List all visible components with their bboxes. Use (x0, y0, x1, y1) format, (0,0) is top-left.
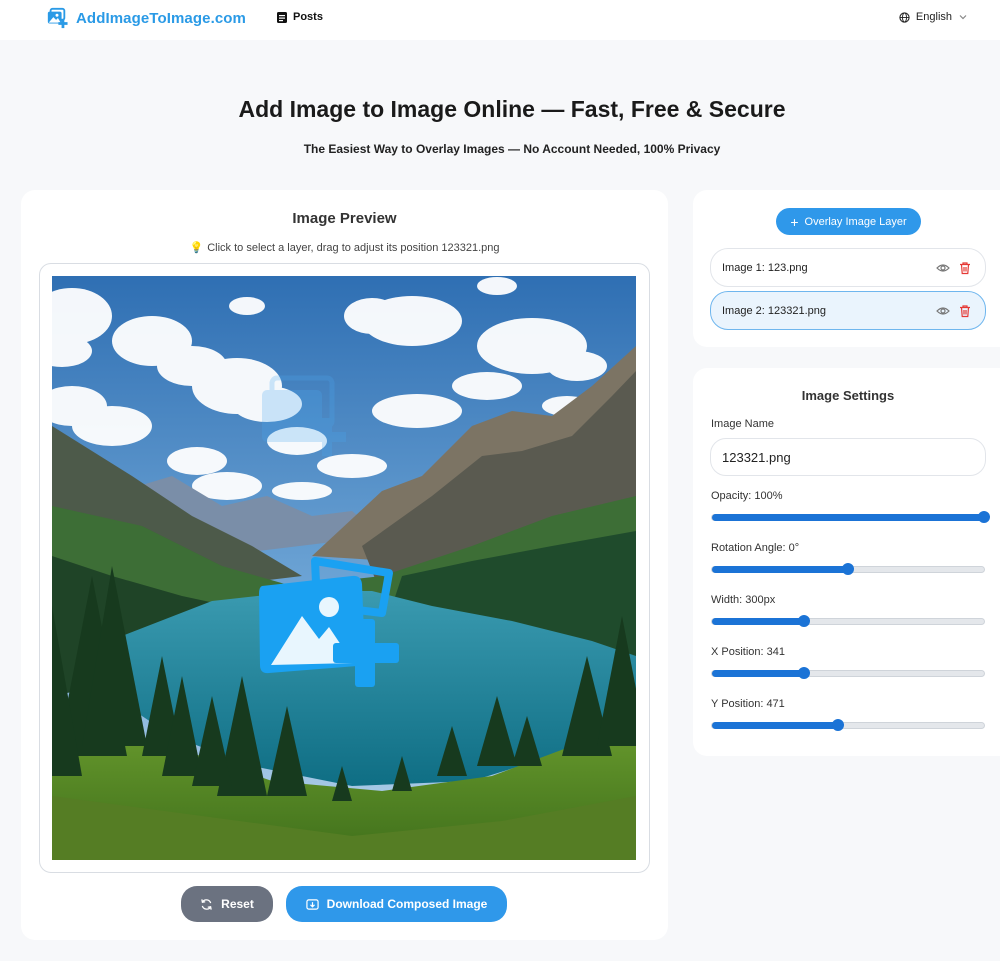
document-icon (277, 11, 287, 23)
layer-item-label: Image 2: 123321.png (722, 304, 826, 317)
slider-fill (712, 670, 804, 677)
composition-canvas[interactable] (52, 276, 636, 860)
trash-icon[interactable] (958, 304, 972, 318)
x-position-slider[interactable] (711, 667, 985, 679)
language-selector[interactable]: English (899, 11, 968, 23)
plus-icon: + (790, 213, 799, 230)
image-preview-panel: Image Preview 💡 Click to select a layer, … (21, 190, 668, 940)
canvas-frame (39, 263, 650, 873)
slider-fill (712, 566, 848, 573)
top-navbar: AddImageToImage.com Posts English (0, 0, 1000, 40)
language-label: English (915, 11, 952, 23)
add-image-logo-icon (47, 7, 68, 29)
nav-posts-link[interactable]: Posts (277, 11, 323, 23)
x-position-label: X Position: 341 (711, 646, 785, 658)
trash-icon[interactable] (958, 261, 972, 275)
eye-icon[interactable] (936, 304, 950, 318)
chevron-down-icon (959, 15, 967, 20)
reset-label: Reset (221, 897, 254, 911)
layers-panel: + Overlay Image Layer Image 1: 123.png I… (693, 190, 1000, 347)
y-position-label: Y Position: 471 (711, 698, 785, 710)
slider-fill (712, 618, 804, 625)
globe-icon (899, 11, 910, 23)
download-icon (305, 898, 319, 910)
slider-thumb[interactable] (978, 511, 990, 523)
add-overlay-layer-label: Overlay Image Layer (804, 215, 907, 228)
width-slider[interactable] (711, 615, 985, 627)
image-name-input[interactable] (710, 438, 986, 476)
preview-hint: 💡 Click to select a layer, drag to adjust… (21, 241, 668, 254)
slider-thumb[interactable] (842, 563, 854, 575)
width-label: Width: 300px (711, 594, 776, 606)
brand-name: AddImageToImage.com (76, 9, 246, 27)
y-position-slider[interactable] (711, 719, 985, 731)
preview-hint-text: Click to select a layer, drag to adjust … (207, 242, 500, 254)
rotation-label: Rotation Angle: 0° (711, 542, 800, 554)
settings-title: Image Settings (801, 388, 895, 403)
add-overlay-layer-button[interactable]: + Overlay Image Layer (776, 208, 921, 235)
image-settings-panel: Image Settings Image Name Opacity: 100% … (693, 368, 1000, 756)
slider-thumb[interactable] (832, 719, 844, 731)
opacity-label: Opacity: 100% (711, 490, 783, 502)
nav-posts-label: Posts (293, 11, 323, 23)
page-title: Add Image to Image Online — Fast, Free &… (238, 96, 786, 122)
layer-item-1[interactable]: Image 1: 123.png (710, 248, 986, 287)
opacity-slider[interactable] (711, 511, 990, 523)
slider-fill (712, 722, 838, 729)
layer-item-label: Image 1: 123.png (722, 261, 808, 274)
page-subtitle: The Easiest Way to Overlay Images — No A… (303, 142, 721, 156)
preview-title: Image Preview (292, 210, 397, 227)
image-name-label: Image Name (711, 418, 774, 430)
lightbulb-icon: 💡 (189, 242, 204, 254)
rotation-slider[interactable] (711, 563, 985, 575)
reset-button[interactable]: Reset (181, 886, 273, 922)
brand-logo-link[interactable]: AddImageToImage.com (46, 7, 246, 29)
slider-thumb[interactable] (798, 667, 810, 679)
download-label: Download Composed Image (326, 897, 488, 911)
download-button[interactable]: Download Composed Image (286, 886, 507, 922)
layer-item-2[interactable]: Image 2: 123321.png (710, 291, 986, 330)
refresh-icon (201, 898, 212, 910)
eye-icon[interactable] (936, 261, 950, 275)
slider-thumb[interactable] (798, 615, 810, 627)
slider-fill (712, 514, 984, 521)
